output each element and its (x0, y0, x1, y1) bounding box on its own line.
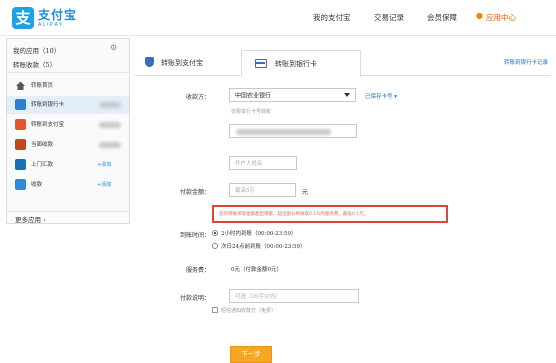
arrival-option-label: 次日24点前到账（00:00-23:59） (221, 244, 306, 250)
sidebar-item-to-alipay[interactable]: 转账到支付宝 (7, 116, 129, 134)
sms-notify-label: 短信通知收款方（免费） (221, 308, 277, 314)
face-pay-icon (15, 139, 26, 150)
tab-to-bank-label: 转账到银行卡 (275, 60, 317, 68)
sidebar-item-face-pay[interactable]: 当面收款 (7, 136, 129, 154)
sidebar-item-receive[interactable]: 收款 +添加 (7, 176, 129, 194)
add-link[interactable]: +添加 (97, 161, 111, 168)
sidebar-item-transfer-home[interactable]: 转账首页 (7, 77, 129, 95)
arrival-option-label: 2小时内到账（00:00-23:59） (221, 231, 297, 237)
sidebar-item-label: 当面收款 (31, 142, 54, 148)
blurred-account-number (236, 129, 331, 135)
sidebar-item-remit[interactable]: 上门汇款 +添加 (7, 156, 129, 174)
amount-label: 付款金额： (179, 189, 210, 196)
home-icon (15, 80, 26, 91)
arrival-option-fast[interactable]: 2小时内到账（00:00-23:59） (212, 228, 297, 238)
bank-label: 收款方： (185, 94, 210, 101)
sidebar-item-label: 转账首页 (31, 83, 54, 89)
bank-hint: 仅限本行卡号转账 (231, 109, 272, 115)
sms-notify-checkbox[interactable] (212, 307, 218, 313)
sidebar-more-apps[interactable]: 更多应用 › (7, 211, 129, 224)
account-number-field[interactable] (229, 124, 357, 138)
next-step-button[interactable]: 下一步 (230, 346, 272, 363)
top-header: 支 支付宝 ALIPAY 我的支付宝 交易记录 会员保障 ● 应用中心 (0, 0, 556, 36)
fee-value: 0元（付款金额0元） (231, 267, 282, 273)
blurred-text (99, 122, 121, 128)
sidebar-item-label: 上门汇款 (31, 162, 54, 168)
blurred-text (99, 102, 121, 108)
alipay-transfer-icon (15, 119, 26, 130)
tab-to-bank[interactable]: 转账到银行卡 (241, 50, 361, 77)
bank-select-value: 中国农业银行 (235, 92, 272, 100)
note-placeholder: 可选（20字以内） (235, 294, 281, 300)
note-label: 付款说明： (179, 295, 210, 302)
arrival-time-label: 到账时间： (179, 232, 210, 239)
sidebar: 我的应用（10） ⚙ 转账收款（5） 转账首页 转账到银行卡 转账到支付宝 当面… (6, 38, 130, 224)
chevron-down-icon (344, 93, 350, 97)
transfer-tabs: 转账到支付宝 转账到银行卡 转账到银行卡记录 (135, 46, 550, 77)
radio-button[interactable] (212, 230, 218, 236)
radio-button[interactable] (212, 243, 218, 249)
note-field[interactable]: 可选（20字以内） (229, 289, 359, 303)
account-holder-field[interactable]: 开户人姓名 (229, 156, 297, 170)
sidebar-transfer-group: 转账收款（5） (7, 57, 129, 73)
amount-warning-box: 您的转账单笔金额超出限额，超出部分将收取0.1%的服务费，最低0.1元。 (212, 205, 448, 223)
sidebar-my-apps-label: 我的应用（10） (13, 47, 61, 55)
arrival-option-next-day[interactable]: 次日24点前到账（00:00-23:59） (212, 241, 306, 251)
blurred-text (99, 142, 121, 148)
shield-icon (145, 57, 154, 67)
sidebar-item-label: 转账到支付宝 (31, 122, 65, 128)
sidebar-my-apps: 我的应用（10） ⚙ (7, 43, 129, 56)
gear-icon[interactable]: ⚙ (110, 43, 117, 52)
tab-to-alipay-label: 转账到支付宝 (161, 59, 203, 67)
dot-icon: ● (476, 11, 483, 20)
sidebar-item-to-bank[interactable]: 转账到银行卡 (7, 96, 129, 114)
bank-select[interactable]: 中国农业银行 (229, 88, 356, 102)
amount-unit: 元 (302, 189, 309, 196)
amount-warning-text: 您的转账单笔金额超出限额，超出部分将收取0.1%的服务费，最低0.1元。 (219, 212, 369, 217)
top-nav: 我的支付宝 交易记录 会员保障 ● 应用中心 (0, 11, 556, 24)
receive-icon (15, 179, 26, 190)
nav-transactions[interactable]: 交易记录 (374, 12, 404, 23)
sidebar-more-apps-label: 更多应用 › (15, 216, 46, 224)
bank-card-icon (15, 99, 26, 110)
nav-membership[interactable]: 会员保障 (427, 12, 457, 23)
saved-cards-link[interactable]: 已保存卡号 ▾ (365, 92, 397, 100)
transfer-form: 收款方： 中国农业银行 已保存卡号 ▾ 仅限本行卡号转账 开户人姓名 付款金额：… (150, 80, 550, 363)
bank-transfer-history-link[interactable]: 转账到银行卡记录 (504, 58, 548, 66)
remit-icon (15, 159, 26, 170)
fee-label: 服务费： (185, 267, 210, 274)
add-link[interactable]: +添加 (97, 181, 111, 188)
bank-card-icon (255, 59, 267, 68)
tab-to-alipay[interactable]: 转账到支付宝 (135, 50, 235, 76)
sidebar-transfer-group-label: 转账收款（5） (13, 61, 57, 69)
sidebar-item-label: 收款 (31, 182, 43, 188)
account-holder-placeholder: 开户人姓名 (235, 161, 263, 167)
nav-my-alipay[interactable]: 我的支付宝 (313, 12, 351, 23)
amount-placeholder: 最高5万 (235, 188, 255, 194)
sidebar-item-label: 转账到银行卡 (31, 102, 65, 108)
nav-app-center[interactable]: 应用中心 (486, 12, 516, 23)
